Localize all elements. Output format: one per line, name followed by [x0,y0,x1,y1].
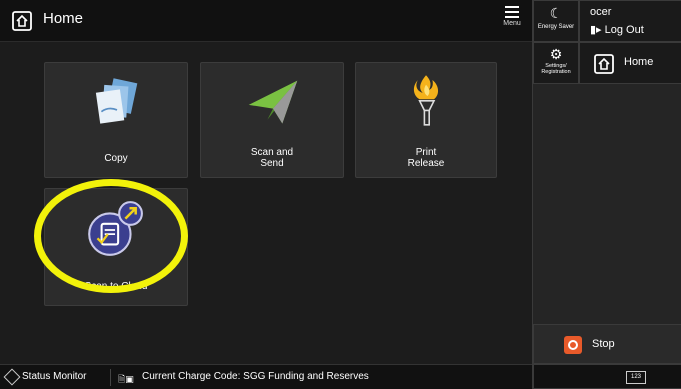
print-release-label-line1: Print [415,147,437,158]
moon-icon: ☾ [549,5,563,21]
print-release-tile[interactable]: Print Release [355,62,497,178]
status-bar: Status Monitor 🗎▣ Current Charge Code: S… [0,364,532,389]
logout-icon: ▮▸ [590,24,602,36]
copy-icon [95,78,138,124]
print-release-label-line2: Release [407,158,445,169]
header-bar: Home Menu [0,0,532,42]
user-name: ocer [590,6,612,18]
gear-icon: ⚙ [549,46,563,62]
menu-label: Menu [503,20,521,27]
keypad-area: 123 [533,364,681,389]
status-monitor-button[interactable]: Status Monitor [22,371,86,382]
keypad-button[interactable]: 123 [626,371,646,384]
stop-label: Stop [592,338,615,350]
home-label: Home [624,56,654,68]
scan-and-send-label-line2: Send [260,158,284,169]
paper-plane-icon [248,80,298,124]
page-title: Home [43,10,84,27]
right-panel: ☾ Energy Saver ocer ▮▸ Log Out ⚙ Setting… [532,0,681,389]
stop-icon [564,336,582,354]
settings-registration-button[interactable]: ⚙ Settings/ Registration [533,42,579,84]
hamburger-icon [505,6,519,18]
charge-code-icon: 🗎▣ [118,374,134,384]
device-home-screen: Home Menu Copy Scan and Send Print Relea… [0,0,681,389]
copy-tile[interactable]: Copy [44,62,188,178]
status-divider [110,369,111,386]
scan-and-send-label-line1: Scan and [250,147,294,158]
torch-icon [413,75,439,126]
status-monitor-icon [3,368,21,386]
logout-label: Log Out [604,24,644,36]
energy-saver-label: Energy Saver [537,24,575,30]
highlight-circle [34,179,188,293]
home-icon [12,11,32,31]
energy-saver-button[interactable]: ☾ Energy Saver [533,0,579,42]
copy-label: Copy [104,153,128,164]
scan-and-send-tile[interactable]: Scan and Send [200,62,344,178]
menu-button[interactable]: Menu [494,2,530,40]
logout-button[interactable]: ▮▸ Log Out [590,23,644,36]
home-button[interactable]: Home [579,42,681,84]
stop-button[interactable]: Stop [533,324,681,364]
user-area: ocer ▮▸ Log Out [579,0,681,42]
home-icon [594,54,614,74]
charge-code-text: Current Charge Code: SGG Funding and Res… [142,371,369,382]
settings-label-line2: Registration [541,69,571,75]
